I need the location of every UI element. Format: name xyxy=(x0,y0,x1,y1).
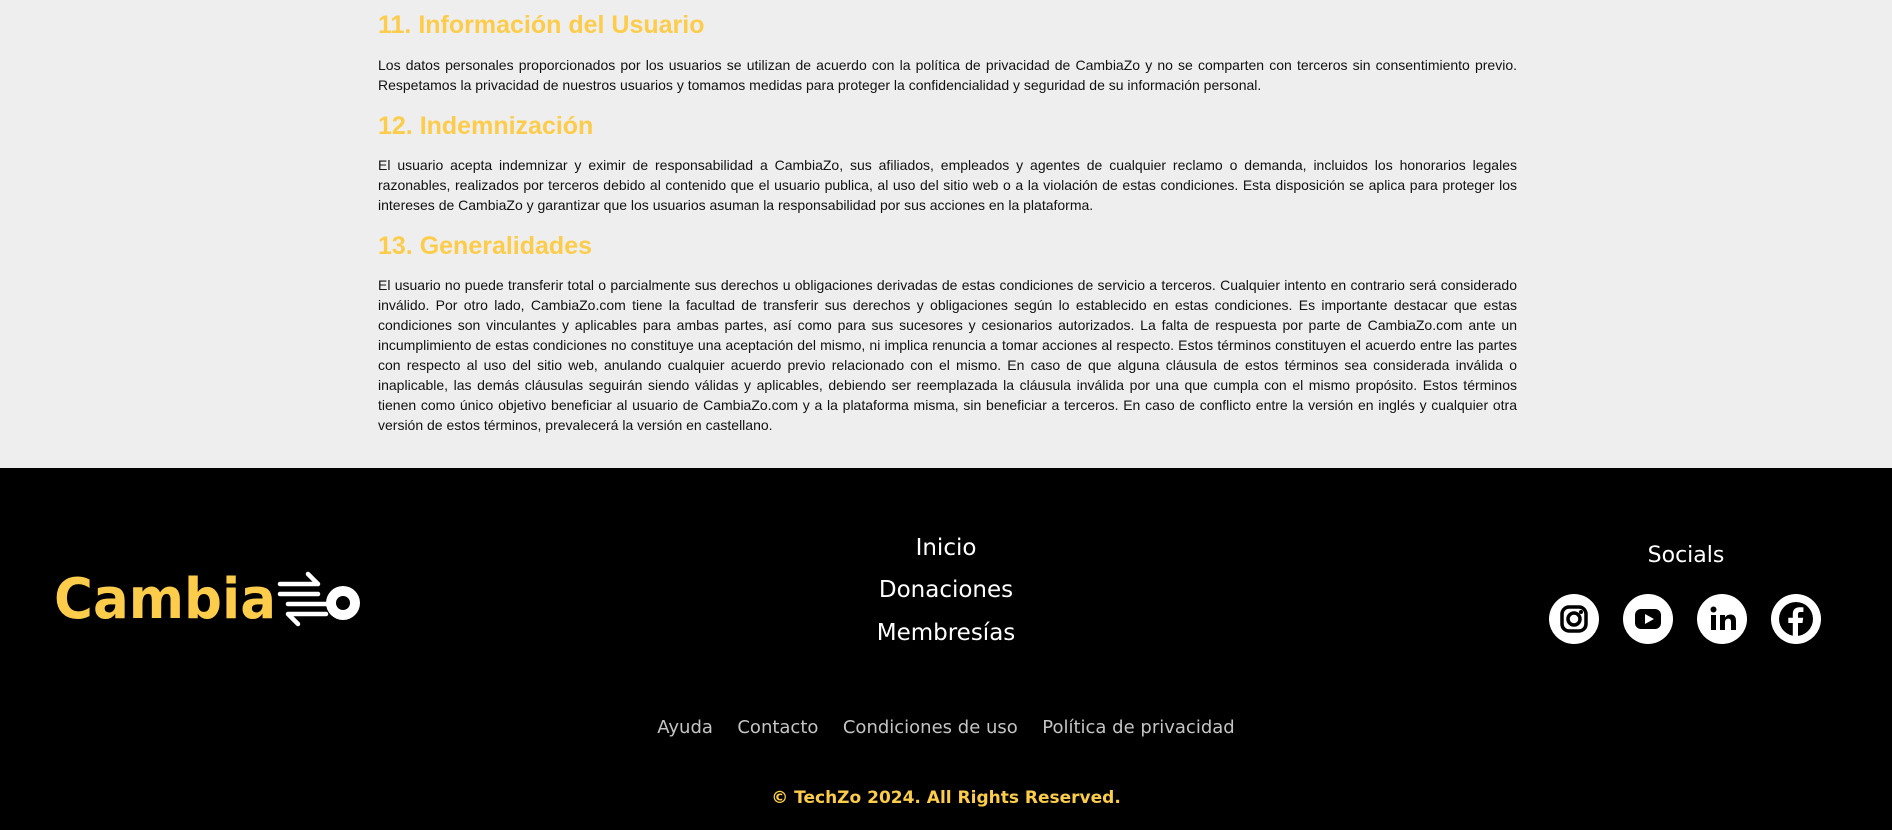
section-title-generalidades: 13. Generalidades xyxy=(378,232,593,260)
cambiazo-logo[interactable]: Cambia xyxy=(54,566,364,632)
site-footer: Cambia Inicio Donaciones Membresías Soci… xyxy=(0,468,1892,830)
footer-nav-donaciones[interactable]: Donaciones xyxy=(796,575,1096,605)
linkedin-icon[interactable] xyxy=(1697,594,1747,644)
section-text-generalidades: El usuario no puede transferir total o p… xyxy=(378,277,1517,433)
section-text-informacion-usuario: Los datos personales proporcionados por … xyxy=(378,57,1517,93)
section-title-indemnizacion: 12. Indemnización xyxy=(378,112,594,140)
link-ayuda[interactable]: Ayuda xyxy=(657,716,713,740)
footer-bottom-links: Ayuda Contacto Condiciones de uso Políti… xyxy=(0,716,1892,740)
svg-text:Cambia: Cambia xyxy=(54,567,276,628)
socials-title: Socials xyxy=(1647,543,1725,568)
link-contacto[interactable]: Contacto xyxy=(737,716,818,740)
youtube-icon[interactable] xyxy=(1623,594,1673,644)
facebook-icon[interactable] xyxy=(1771,594,1821,644)
terms-content: 11. Información del Usuario Los datos pe… xyxy=(0,0,1892,468)
instagram-icon[interactable] xyxy=(1549,594,1599,644)
footer-nav-inicio[interactable]: Inicio xyxy=(796,533,1096,563)
footer-nav-membresias[interactable]: Membresías xyxy=(796,618,1096,648)
logo-graphic: Cambia xyxy=(54,567,360,632)
section-title-informacion-usuario: 11. Información del Usuario xyxy=(378,11,705,39)
link-politica-de-privacidad[interactable]: Política de privacidad xyxy=(1042,716,1234,740)
link-condiciones-de-uso[interactable]: Condiciones de uso xyxy=(843,716,1018,740)
copyright-notice: © TechZo 2024. All Rights Reserved. xyxy=(771,788,1121,808)
section-text-indemnizacion: El usuario acepta indemnizar y eximir de… xyxy=(378,157,1517,213)
